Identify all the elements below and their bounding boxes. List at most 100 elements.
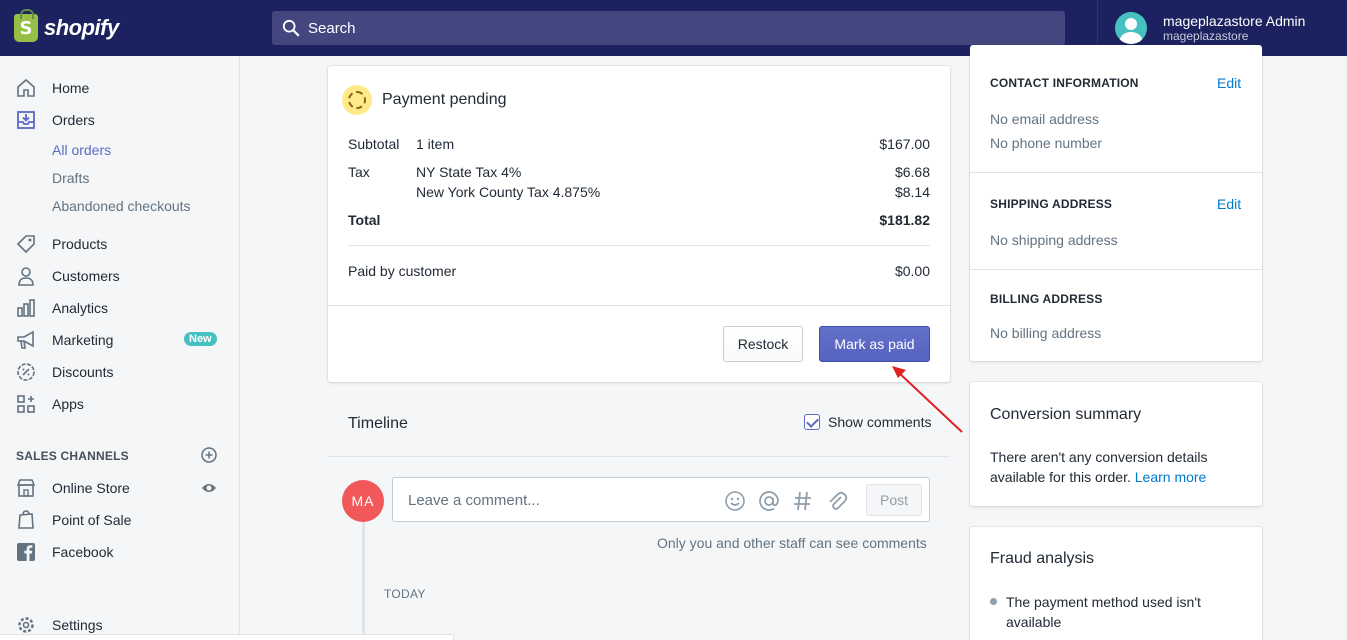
store-icon (16, 479, 36, 497)
payment-card: Payment pending Subtotal 1 item $167.00 … (328, 66, 950, 382)
sidebar-item-facebook[interactable]: Facebook (0, 538, 239, 566)
sidebar-item-analytics[interactable]: Analytics (0, 294, 239, 322)
sidebar-item-apps[interactable]: Apps (0, 390, 239, 418)
attachment-icon[interactable] (826, 490, 848, 512)
hashtag-icon[interactable] (792, 490, 814, 512)
user-avatar-icon (1115, 12, 1147, 44)
edit-contact-link[interactable]: Edit (1217, 75, 1241, 91)
subtotal-desc: 1 item (416, 136, 455, 152)
timeline-title: Timeline (348, 415, 408, 432)
total-value: $181.82 (879, 212, 930, 228)
sidebar-item-label: Analytics (52, 300, 109, 316)
person-icon (18, 267, 34, 286)
bullet-icon (990, 598, 997, 605)
sidebar-item-point-of-sale[interactable]: Point of Sale (0, 506, 239, 534)
divider (348, 245, 930, 246)
gear-icon (18, 617, 34, 633)
annotation-arrow-icon (892, 366, 963, 433)
customer-card: CONTACT INFORMATION Edit No email addres… (970, 45, 1262, 361)
search-input[interactable]: Search (272, 11, 1065, 45)
conversion-title: Conversion summary (990, 406, 1142, 423)
sidebar-subitem-drafts[interactable]: Drafts (52, 170, 89, 186)
comment-input[interactable]: Leave a comment... Post (392, 477, 930, 522)
emoji-icon[interactable] (724, 490, 746, 512)
timeline-date-heading: TODAY (384, 587, 426, 601)
billing-address: No billing address (990, 325, 1102, 341)
sidebar-subitem-abandoned-checkouts[interactable]: Abandoned checkouts (52, 198, 191, 214)
sidebar-item-label: Facebook (52, 544, 114, 560)
paid-by-customer-label: Paid by customer (348, 263, 457, 279)
edit-shipping-link[interactable]: Edit (1217, 196, 1241, 212)
sidebar-item-label: Products (52, 236, 108, 252)
learn-more-link[interactable]: Learn more (1135, 469, 1207, 485)
sidebar-item-marketing[interactable]: Marketing New (0, 326, 239, 354)
payment-status-title: Payment pending (382, 91, 507, 108)
sidebar-item-customers[interactable]: Customers (0, 262, 239, 290)
shopify-bag-icon: S (14, 9, 38, 42)
new-badge: New (184, 332, 217, 346)
sidebar-item-label: Settings (52, 617, 103, 633)
pos-icon (18, 510, 34, 529)
sidebar-item-orders[interactable]: Orders (0, 106, 239, 134)
show-comments-checkbox[interactable] (804, 414, 820, 430)
sidebar-item-label: Apps (52, 396, 84, 412)
sales-channels-heading: SALES CHANNELS (16, 449, 129, 463)
apps-icon (17, 395, 35, 413)
sidebar-item-label: Customers (52, 268, 120, 284)
tax-line-value: $6.68 (894, 164, 930, 180)
avatar: MA (342, 480, 384, 522)
timeline-line (362, 522, 365, 640)
contact-email: No email address (990, 111, 1099, 127)
divider (328, 456, 950, 457)
tag-icon (16, 235, 35, 254)
sidebar-item-label: Marketing (52, 332, 114, 348)
sidebar-item-label: Discounts (52, 364, 114, 380)
orders-icon (17, 111, 35, 129)
conversion-text: There aren't any conversion details avai… (990, 447, 1240, 487)
user-store: mageplazastore (1163, 29, 1249, 43)
divider (970, 269, 1262, 270)
mark-as-paid-button[interactable]: Mark as paid (819, 326, 930, 362)
restock-button[interactable]: Restock (723, 326, 803, 362)
sidebar-item-label: Online Store (52, 480, 130, 496)
fraud-item: The payment method used isn't available (1006, 594, 1201, 630)
sidebar-item-label: Point of Sale (52, 512, 132, 528)
user-name: mageplazastore Admin (1163, 13, 1306, 29)
conversion-summary-card: Conversion summary There aren't any conv… (970, 382, 1262, 506)
sidebar-item-products[interactable]: Products (0, 230, 239, 258)
paid-by-customer-value: $0.00 (894, 263, 930, 279)
bottom-panel-edge (0, 634, 454, 640)
tax-line-name: New York County Tax 4.875% (416, 184, 601, 200)
post-button[interactable]: Post (866, 484, 922, 516)
shipping-heading: SHIPPING ADDRESS (990, 197, 1113, 211)
subtotal-value: $167.00 (879, 136, 930, 152)
mention-icon[interactable] (758, 490, 780, 512)
sidebar-subitem-all-orders[interactable]: All orders (52, 142, 111, 158)
shipping-address: No shipping address (990, 232, 1118, 248)
fraud-analysis-card: Fraud analysis The payment method used i… (970, 527, 1262, 640)
divider (970, 172, 1262, 173)
sidebar-item-home[interactable]: Home (0, 74, 239, 102)
sidebar-item-discounts[interactable]: Discounts (0, 358, 239, 386)
fraud-title: Fraud analysis (990, 550, 1095, 567)
shopify-logo[interactable]: S shopify (0, 0, 240, 56)
show-comments-label[interactable]: Show comments (828, 414, 931, 430)
subtotal-label: Subtotal (348, 136, 400, 152)
eye-icon[interactable] (201, 481, 217, 495)
search-icon (282, 19, 300, 37)
billing-heading: BILLING ADDRESS (990, 292, 1103, 306)
discount-icon (17, 363, 35, 381)
sidebar-item-label: Orders (52, 112, 95, 128)
sidebar-item-label: Home (52, 80, 90, 96)
facebook-icon (17, 543, 35, 561)
search-placeholder: Search (308, 19, 356, 37)
tax-line-value: $8.14 (894, 184, 930, 200)
comment-placeholder: Leave a comment... (408, 492, 540, 509)
contact-phone: No phone number (990, 135, 1103, 151)
tax-line-name: NY State Tax 4% (416, 164, 522, 180)
payment-pending-icon (342, 85, 372, 115)
sidebar: Home Orders All orders Drafts Abandoned … (0, 56, 240, 640)
add-channel-icon[interactable] (201, 447, 217, 463)
shopify-wordmark: shopify (44, 15, 119, 40)
total-label: Total (348, 212, 381, 228)
